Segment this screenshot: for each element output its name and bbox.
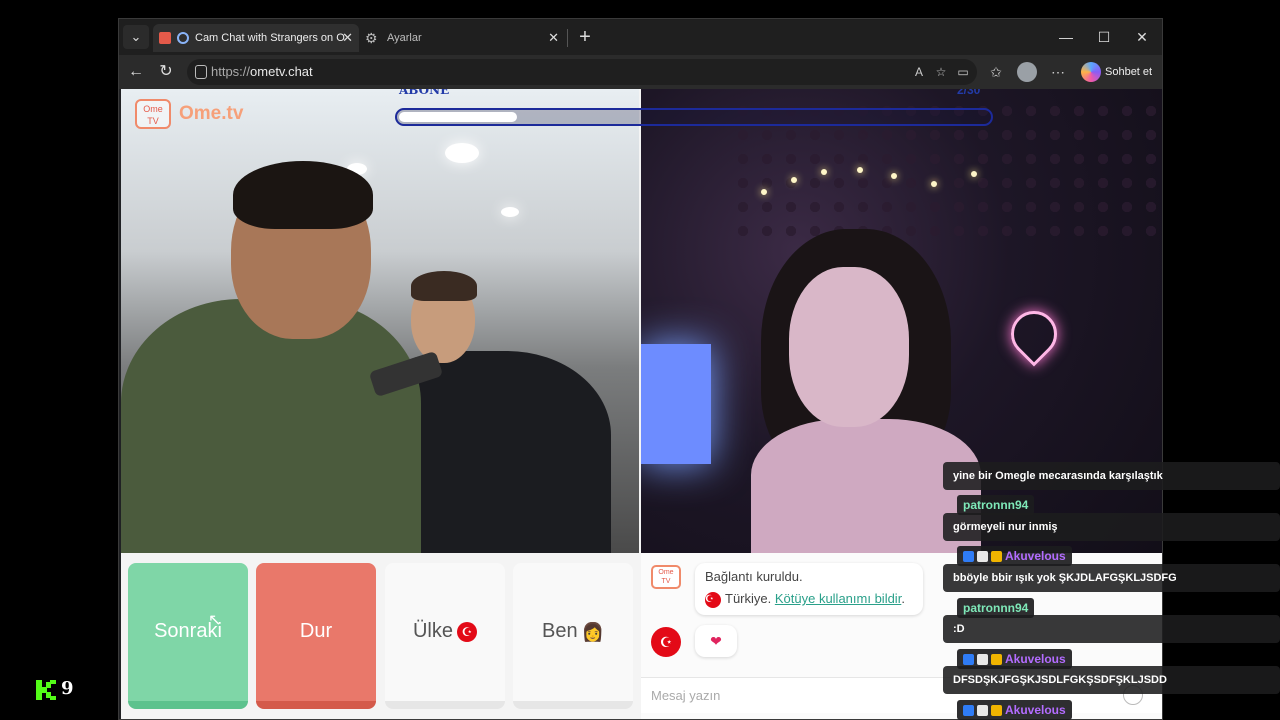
stream-chat-overlay: yine bir Omegle mecarasında karşılaştık … xyxy=(943,462,1280,720)
me-button[interactable]: Ben 👩 xyxy=(513,563,633,709)
logo-text: Ome.tv xyxy=(179,103,244,124)
maximize-icon[interactable]: ☐ xyxy=(1089,25,1119,49)
stream-chat-message: yine bir Omegle mecarasında karşılaştık xyxy=(943,462,1280,490)
string-lights xyxy=(761,159,981,209)
back-arrow-icon[interactable]: ← xyxy=(123,60,149,84)
tab-favicon-icon xyxy=(159,32,171,44)
first-person-hair xyxy=(233,161,373,229)
badge-icon xyxy=(977,654,988,666)
stream-chat-username: Akuvelous xyxy=(1005,549,1066,563)
copilot-chat-button[interactable]: Sohbet et xyxy=(1105,55,1152,89)
new-tab-plus-icon[interactable]: + xyxy=(573,25,597,49)
subscribe-goal-fill xyxy=(399,112,517,122)
country-button-label: Ülke xyxy=(412,620,453,642)
connection-status: Bağlantı kuruldu. xyxy=(705,569,803,584)
control-panel: Sonraki ↖ Dur Ülke ☪ Ben 👩 xyxy=(121,553,641,719)
tab-actions-chevron-icon[interactable]: ⌄ xyxy=(123,25,149,49)
tab-ometv[interactable]: Cam Chat with Strangers on O ✕ xyxy=(153,24,359,52)
stream-chat-message: görmeyeli nur inmiş xyxy=(943,513,1280,541)
partner-country: Türkiye. xyxy=(725,591,772,606)
favorites-icon[interactable]: ✩ xyxy=(985,62,1007,82)
profile-avatar[interactable] xyxy=(1017,62,1037,82)
partner-country-line: ☪ Türkiye. Kötüye kullanımı bildir. xyxy=(705,591,905,608)
mouse-cursor-icon: ↖ xyxy=(208,612,222,629)
close-window-icon[interactable]: ✕ xyxy=(1127,25,1157,49)
stream-chat-username-row: Akuvelous xyxy=(957,546,1072,566)
next-button[interactable]: Sonraki ↖ xyxy=(128,563,248,709)
badge-icon xyxy=(963,551,974,563)
partner-message: ❤ xyxy=(695,625,737,657)
tab-separator xyxy=(567,29,568,47)
minimize-icon[interactable]: — xyxy=(1051,25,1081,49)
crown-badge-icon xyxy=(991,705,1002,717)
stream-chat-username-row: Akuvelous xyxy=(957,700,1072,720)
subscribe-goal-count: 2/30 xyxy=(957,89,981,97)
crown-badge-icon xyxy=(991,654,1002,666)
site-info-lock-icon[interactable] xyxy=(195,65,207,79)
first-person xyxy=(121,299,421,553)
tab-title: Cam Chat with Strangers on O xyxy=(195,32,345,44)
report-suffix: . xyxy=(901,591,905,606)
url-protocol: https:// xyxy=(211,64,251,79)
system-message: Bağlantı kuruldu. ☪ Türkiye. Kötüye kulla… xyxy=(695,563,923,615)
partner-flag-avatar: ☪ xyxy=(651,627,681,657)
turkey-flag-icon: ☪ xyxy=(457,621,477,642)
more-menu-icon[interactable]: ⋯ xyxy=(1047,62,1069,82)
url-text[interactable]: https://ometv.chat xyxy=(211,59,313,85)
stream-chat-message: DFSDŞKJFGŞKJSDLFGKŞSDFŞKLJSDD xyxy=(943,666,1280,694)
local-video: Ome TV Ome.tv xyxy=(121,89,639,553)
stop-button-label: Dur xyxy=(299,620,333,642)
browser-toolbar: ← ↻ https://ometv.chat A ☆ ▭ ✩ ⋯ Sohbet … xyxy=(119,55,1162,89)
stop-button[interactable]: Dur xyxy=(256,563,376,709)
favorite-star-icon[interactable]: ☆ xyxy=(931,63,951,81)
url-host: ometv.chat xyxy=(250,64,313,79)
partner-face xyxy=(789,267,909,427)
badge-icon xyxy=(963,705,974,717)
ceiling-light xyxy=(501,207,519,217)
neon-heart xyxy=(1001,301,1067,367)
ometv-tv-icon: Ome TV xyxy=(135,99,171,129)
camera-icon[interactable]: ▭ xyxy=(953,63,973,81)
woman-emoji-icon: 👩 xyxy=(581,621,604,642)
blue-lamp xyxy=(641,344,711,464)
ceiling-light xyxy=(445,143,479,163)
kick-logo-icon xyxy=(36,680,56,700)
gear-icon: ⚙ xyxy=(365,30,378,46)
badge-icon xyxy=(977,551,988,563)
country-button[interactable]: Ülke ☪ xyxy=(385,563,505,709)
stream-chat-message: bböyle bbir ışık yok ŞKJDLAFGŞKLJSDFG xyxy=(943,564,1280,592)
tab-settings[interactable]: ⚙ Ayarlar ✕ xyxy=(361,24,565,52)
badge-icon xyxy=(977,705,988,717)
tab-site-icon xyxy=(177,32,189,44)
close-tab-icon[interactable]: ✕ xyxy=(548,24,559,52)
badge-icon xyxy=(963,654,974,666)
me-button-label: Ben xyxy=(541,620,578,642)
subscribe-goal-label: ABONE xyxy=(399,89,450,97)
second-person-hair xyxy=(411,271,477,301)
stream-chat-message: :D xyxy=(943,615,1280,643)
stream-chat-username: patronnn94 xyxy=(957,495,1035,515)
stream-chat-username: Akuvelous xyxy=(1005,703,1066,717)
kick-viewer-count: 9 xyxy=(61,678,74,699)
stream-chat-username: Akuvelous xyxy=(1005,652,1066,666)
ometv-system-icon: Ome TV xyxy=(651,565,681,589)
address-bar[interactable]: https://ometv.chat A ☆ ▭ xyxy=(187,59,977,85)
report-abuse-link[interactable]: Kötüye kullanımı bildir xyxy=(775,591,901,606)
tab-title: Ayarlar xyxy=(387,32,422,44)
crown-badge-icon xyxy=(991,551,1002,563)
tab-bar: ⌄ Cam Chat with Strangers on O ✕ ⚙ Ayarl… xyxy=(119,19,1162,55)
turkey-flag-icon: ☪ xyxy=(705,591,721,608)
reload-icon[interactable]: ↻ xyxy=(153,60,179,84)
read-aloud-icon[interactable]: A xyxy=(909,63,929,81)
close-tab-icon[interactable]: ✕ xyxy=(342,24,353,52)
copilot-icon[interactable] xyxy=(1081,62,1101,82)
subscribe-goal-bar xyxy=(395,108,993,126)
